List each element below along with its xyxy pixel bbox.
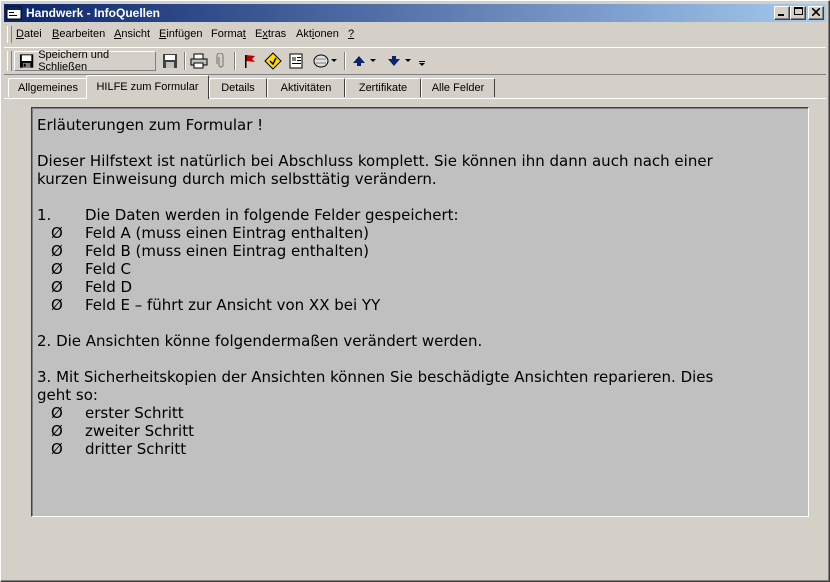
- tab-alle-felder[interactable]: Alle Felder: [421, 78, 495, 97]
- toolbar-separator: [234, 52, 236, 70]
- help-text-area[interactable]: Erläuterungen zum Formular ! Dieser Hilf…: [31, 107, 809, 517]
- maximize-button[interactable]: [790, 6, 806, 20]
- field-text: Feld E – führt zur Ansicht von XX bei YY: [85, 296, 381, 314]
- card-icon: [289, 53, 303, 69]
- field-text: Feld A (muss einen Eintrag enthalten): [85, 224, 369, 242]
- numbered-item: 3. Mit Sicherheitskopien der Ansichten k…: [37, 368, 714, 386]
- previous-item-button[interactable]: [348, 51, 380, 71]
- toolbar: Speichern und Schließen: [4, 47, 826, 75]
- item-text: Die Daten werden in folgende Felder gesp…: [85, 206, 459, 224]
- close-icon: [811, 7, 821, 17]
- close-button[interactable]: [808, 6, 824, 20]
- step-text: zweiter Schritt: [85, 422, 194, 440]
- field-bullet: Ø Feld C: [37, 260, 797, 278]
- bullet-icon: Ø: [51, 404, 63, 422]
- insert-item-button[interactable]: [310, 51, 340, 71]
- item-number: 1.: [37, 206, 52, 224]
- field-bullet: Ø Feld A (muss einen Eintrag enthalten): [37, 224, 797, 242]
- app-window: Handwerk - InfoQuellen Datei Bearbeiten An…: [0, 0, 830, 582]
- save-button[interactable]: [160, 51, 180, 71]
- field-bullet: Ø Feld D: [37, 278, 797, 296]
- menu-aktionen[interactable]: Aktionen: [296, 28, 339, 40]
- maximize-icon: [793, 7, 803, 15]
- step-bullet: Ødritter Schritt: [37, 440, 797, 458]
- floppy-icon: [163, 54, 177, 68]
- arrow-down-icon: [388, 56, 400, 66]
- printer-icon: [190, 53, 208, 69]
- tab-allgemeines[interactable]: Allgemeines: [8, 78, 88, 97]
- follow-up-flag-button[interactable]: [240, 51, 260, 71]
- minimize-icon: [778, 14, 784, 16]
- menu-format[interactable]: Format: [211, 28, 246, 40]
- step-bullet: Øzweiter Schritt: [37, 422, 797, 440]
- step-text: erster Schritt: [85, 404, 184, 422]
- help-text: Erläuterungen zum Formular ! Dieser Hilf…: [37, 116, 797, 458]
- minimize-button[interactable]: [774, 6, 790, 20]
- menu-bearbeiten[interactable]: Bearbeiten: [52, 28, 105, 40]
- menu-ansicht[interactable]: Ansicht: [114, 28, 150, 40]
- title-bar: Handwerk - InfoQuellen: [4, 4, 826, 22]
- tab-panel: Erläuterungen zum Formular ! Dieser Hilf…: [4, 98, 826, 577]
- bullet-icon: Ø: [51, 278, 63, 296]
- bullet-icon: Ø: [51, 224, 63, 242]
- menu-einfuegen[interactable]: Einfügen: [159, 28, 202, 40]
- menu-bar: Datei Bearbeiten Ansicht Einfügen Format Extr…: [4, 24, 826, 45]
- menu-help[interactable]: ?: [348, 28, 354, 40]
- menubar-grip[interactable]: [7, 26, 12, 43]
- toolbar-overflow-icon: [418, 61, 425, 66]
- intro-text: kurzen Einweisung durch mich selbsttätig…: [37, 170, 437, 188]
- dropdown-arrow-icon: [405, 59, 411, 62]
- bullet-icon: Ø: [51, 440, 63, 458]
- flag-icon: [245, 55, 255, 68]
- dropdown-arrow-icon: [370, 59, 376, 62]
- form-icon: [6, 6, 22, 20]
- dropdown-arrow-icon: [331, 59, 337, 62]
- help-heading: Erläuterungen zum Formular !: [37, 116, 264, 134]
- numbered-item-continuation: geht so:: [37, 386, 98, 404]
- toolbar-grip[interactable]: [7, 51, 12, 71]
- categories-button[interactable]: [262, 51, 284, 71]
- tab-hilfe-zum-formular[interactable]: HILFE zum Formular: [86, 75, 209, 99]
- step-bullet: Øerster Schritt: [37, 404, 797, 422]
- menu-datei[interactable]: Datei: [16, 28, 42, 40]
- save-and-close-button[interactable]: Speichern und Schließen: [14, 49, 156, 73]
- bullet-icon: Ø: [51, 296, 63, 314]
- field-bullet: Ø Feld E – führt zur Ansicht von XX bei Y…: [37, 296, 797, 314]
- numbered-item: 1. Die Daten werden in folgende Felder g…: [37, 206, 797, 224]
- window-title: Handwerk - InfoQuellen: [26, 6, 161, 20]
- save-and-close-label: Speichern und Schließen: [38, 49, 110, 73]
- field-text: Feld B (muss einen Eintrag enthalten): [85, 242, 369, 260]
- tab-details[interactable]: Details: [209, 78, 267, 97]
- menu-extras[interactable]: Extras: [255, 28, 286, 40]
- arrow-up-icon: [353, 56, 365, 66]
- paperclip-icon: [216, 53, 224, 68]
- tab-zertifikate[interactable]: Zertifikate: [345, 78, 421, 97]
- bullet-icon: Ø: [51, 242, 63, 260]
- intro-text: Dieser Hilfstext ist natürlich bei Absch…: [37, 152, 713, 170]
- bullet-icon: Ø: [51, 422, 63, 440]
- globe-icon: [313, 54, 329, 68]
- field-text: Feld C: [85, 260, 131, 278]
- tag-icon: [264, 52, 282, 70]
- toolbar-options-button[interactable]: [416, 51, 428, 71]
- tab-aktivitaeten[interactable]: Aktivitäten: [267, 78, 345, 97]
- bullet-icon: Ø: [51, 260, 63, 278]
- toolbar-separator: [344, 52, 346, 70]
- field-text: Feld D: [85, 278, 133, 296]
- field-bullet: Ø Feld B (muss einen Eintrag enthalten): [37, 242, 797, 260]
- print-button[interactable]: [188, 51, 210, 71]
- tab-strip: Allgemeines HILFE zum Formular Details A…: [4, 75, 826, 99]
- attach-button[interactable]: [212, 51, 230, 71]
- save-icon: [19, 54, 34, 68]
- address-card-button[interactable]: [286, 51, 308, 71]
- step-text: dritter Schritt: [85, 440, 187, 458]
- numbered-item: 2. Die Ansichten könne folgendermaßen ve…: [37, 332, 483, 350]
- toolbar-separator: [184, 52, 186, 70]
- next-item-button[interactable]: [382, 51, 416, 71]
